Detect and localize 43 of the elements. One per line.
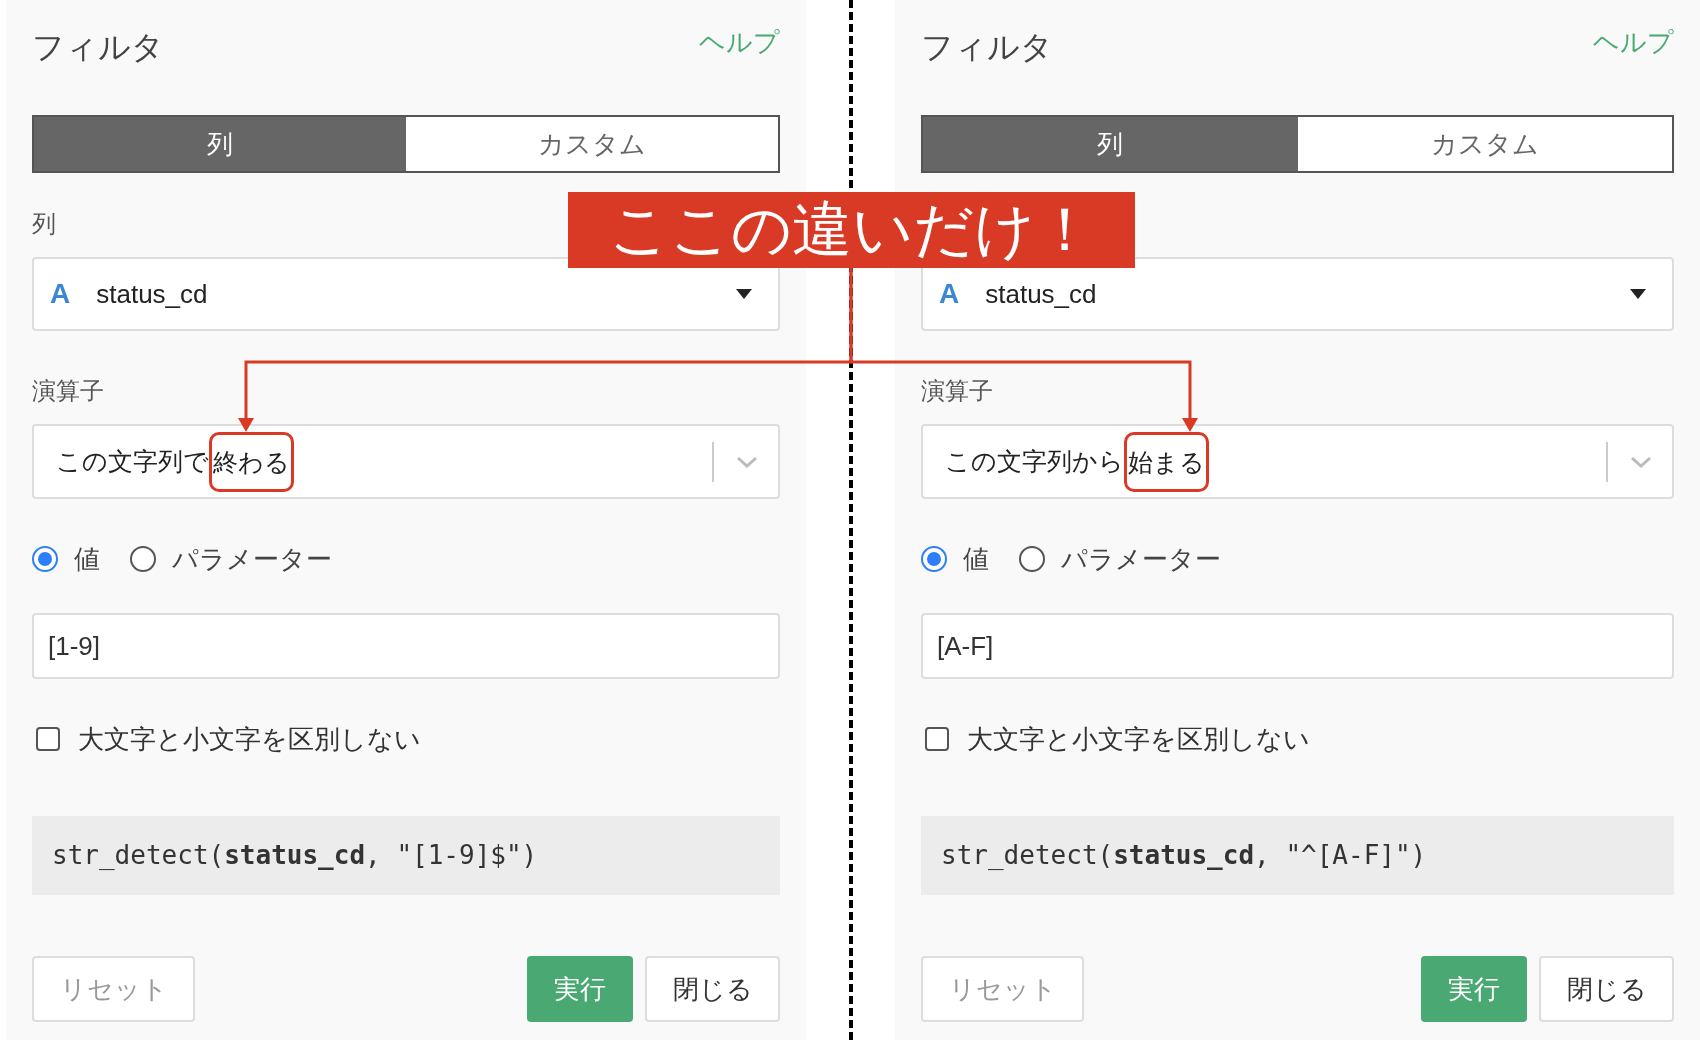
radio-option[interactable]: 値 [32, 539, 100, 579]
checkbox-option[interactable]: 大文字と小文字を区別しない [32, 719, 780, 759]
tab[interactable]: カスタム [1297, 117, 1672, 171]
close-button[interactable]: 閉じる [1539, 956, 1674, 1022]
type-label: A [50, 277, 71, 311]
chevron-down-icon [1630, 455, 1652, 468]
radio-option[interactable]: パラメーター [1019, 539, 1221, 579]
checkbox[interactable] [36, 727, 60, 751]
radio-option[interactable]: パラメーター [130, 539, 332, 579]
annotation-banner: ここの違いだけ！ [568, 192, 1135, 268]
tab[interactable]: 列 [923, 117, 1298, 171]
code-preview: str_detect(status_cd, "[1-9]$") [32, 816, 780, 895]
field-label: 演算子 [921, 376, 993, 406]
highlight-box: 始まる [1124, 431, 1209, 492]
caret-icon [736, 289, 752, 299]
radio-option[interactable]: 値 [921, 539, 989, 579]
operator-select[interactable]: この文字列で 終わる [32, 424, 780, 499]
radio-button[interactable] [32, 546, 58, 572]
checkbox[interactable] [925, 727, 949, 751]
highlight-box: 終わる [209, 431, 294, 492]
tab[interactable]: カスタム [406, 117, 778, 171]
type-label: A [939, 277, 960, 311]
caret-icon [1630, 289, 1646, 299]
value-input[interactable]: [A-F] [921, 613, 1674, 679]
panel-title: フィルタ [32, 28, 164, 67]
radio-button[interactable] [921, 546, 947, 572]
column-value: status_cd [985, 277, 1097, 311]
radio-button[interactable] [1019, 546, 1045, 572]
operator-select[interactable]: この文字列から 始まる [921, 424, 1674, 499]
column-value: status_cd [96, 277, 208, 311]
operator-value: この文字列で [56, 445, 209, 477]
panel-title: フィルタ [921, 28, 1053, 67]
field-label: 列 [32, 209, 56, 239]
operator-value: この文字列から [945, 445, 1124, 477]
column-select[interactable]: A status_cd [32, 257, 780, 331]
code-preview: str_detect(status_cd, "^[A-F]") [921, 816, 1674, 895]
chevron-down-icon [736, 455, 758, 468]
close-button[interactable]: 閉じる [645, 956, 780, 1022]
radio-button[interactable] [130, 546, 156, 572]
value-input[interactable]: [1-9] [32, 613, 780, 679]
checkbox-option[interactable]: 大文字と小文字を区別しない [921, 719, 1674, 759]
tab[interactable]: 列 [34, 117, 406, 171]
field-label: 演算子 [32, 376, 104, 406]
